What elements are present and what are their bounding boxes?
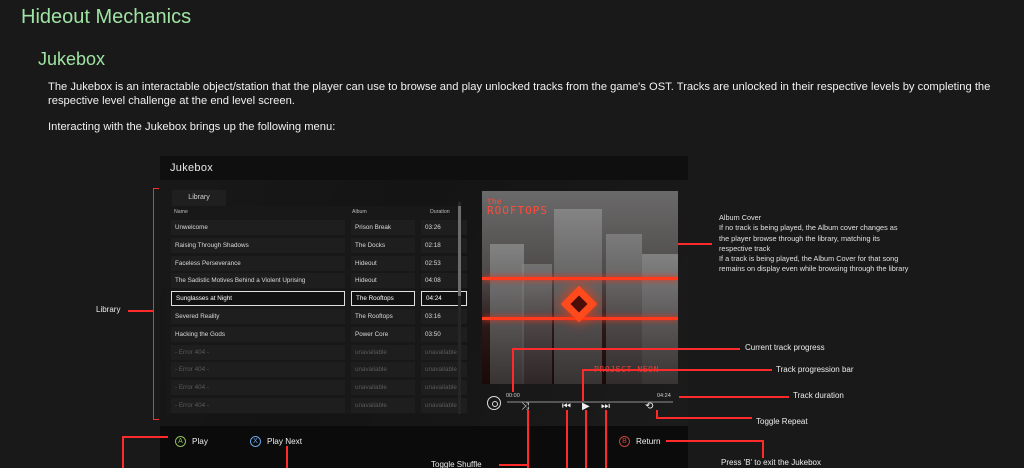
track-name: The Sadistic Motives Behind a Violent Up…	[171, 273, 345, 289]
library-list: Name Album Duration Unwelcome Prison Brea…	[166, 206, 467, 414]
track-album: unavailable	[351, 398, 415, 413]
jukebox-panel: Jukebox Library Name Album Duration Unwe…	[160, 156, 688, 468]
page-heading: Hideout Mechanics	[21, 6, 192, 28]
menu-intro-paragraph: Interacting with the Jukebox brings up t…	[48, 121, 336, 133]
cover-building	[606, 234, 642, 384]
return-button-label: Return	[636, 437, 661, 446]
annotation-track-duration: Track duration	[793, 391, 844, 400]
annotation-line	[527, 410, 529, 468]
section-heading: Jukebox	[38, 49, 106, 69]
track-row[interactable]: - Error 404 - unavailable unavailable	[171, 362, 467, 378]
track-row[interactable]: Hacking the Gods Power Core 03:50	[171, 326, 467, 342]
disc-icon	[487, 396, 501, 410]
track-name: Hacking the Gods	[171, 326, 345, 342]
tab-library[interactable]: Library	[172, 190, 226, 206]
annotation-progress-bar: Track progression bar	[776, 365, 854, 374]
current-time: 00:00	[506, 393, 520, 399]
track-duration: 04:24	[657, 393, 671, 399]
track-name: Unwelcome	[171, 220, 345, 235]
annotation-line	[679, 396, 789, 398]
intro-paragraph: The Jukebox is an interactable object/st…	[48, 81, 991, 107]
annotation-album-cover-line: If a track is being played, the Album Co…	[719, 254, 899, 264]
scrollbar-thumb[interactable]	[458, 206, 461, 296]
track-name: Faceless Perseverance	[171, 255, 345, 271]
track-name: - Error 404 -	[171, 344, 345, 360]
play-button[interactable]: A Play	[175, 436, 208, 448]
track-album: Prison Break	[351, 220, 415, 235]
b-button-icon: B	[619, 436, 630, 448]
track-name: - Error 404 -	[171, 398, 345, 413]
annotation-line	[566, 410, 568, 468]
track-album: unavailable	[351, 362, 415, 378]
annotation-line	[582, 369, 772, 371]
annotation-album-cover-line: Album Cover	[719, 213, 762, 222]
track-album: The Rooftops	[351, 309, 415, 324]
track-row[interactable]: Raising Through Shadows The Docks 02:18	[171, 237, 467, 253]
library-bracket	[153, 188, 159, 420]
cover-building	[490, 244, 524, 384]
annotation-album-cover-line: the player browse through the library, m…	[719, 233, 880, 243]
track-row[interactable]: - Error 404 - unavailable unavailable	[171, 380, 467, 396]
annotation-album-cover-line: If no track is being played, the Album c…	[719, 223, 898, 233]
library-scrollbar[interactable]	[458, 202, 461, 414]
track-name: Raising Through Shadows	[171, 237, 345, 253]
track-name: - Error 404 -	[171, 380, 345, 396]
track-name: - Error 404 -	[171, 362, 345, 378]
track-row[interactable]: Severed Reality The Rooftops 03:16	[171, 309, 467, 324]
annotation-line	[605, 410, 607, 468]
annotation-toggle-repeat: Toggle Repeat	[756, 417, 808, 426]
annotation-line	[128, 310, 153, 312]
track-album: Power Core	[351, 326, 415, 342]
return-button[interactable]: B Return	[619, 436, 661, 448]
track-row[interactable]: The Sadistic Motives Behind a Violent Up…	[171, 273, 467, 289]
track-album: unavailable	[351, 380, 415, 396]
track-row[interactable]: - Error 404 - unavailable unavailable	[171, 398, 467, 413]
track-name: Severed Reality	[171, 309, 345, 324]
column-header-duration: Duration	[430, 209, 450, 215]
track-row[interactable]: - Error 404 - unavailable unavailable	[171, 344, 467, 360]
annotation-album-cover-line: respective track	[719, 243, 771, 253]
jukebox-title: Jukebox	[170, 162, 214, 174]
track-album: The Docks	[351, 237, 415, 253]
track-album: unavailable	[351, 344, 415, 360]
annotation-line	[512, 348, 740, 350]
annotation-line	[656, 417, 752, 419]
cover-neon-band	[482, 277, 678, 280]
button-prompt-bar	[160, 426, 688, 468]
annotation-line	[122, 436, 168, 438]
track-album: The Rooftops	[351, 291, 415, 307]
cover-text-title: ROOFTOPS	[487, 204, 548, 217]
track-name: Sunglasses at Night	[171, 291, 345, 307]
annotation-exit: Press 'B' to exit the Jukebox	[721, 458, 821, 467]
play-next-button-label: Play Next	[267, 437, 303, 446]
annotation-current-progress: Current track progress	[745, 343, 825, 352]
annotation-line	[499, 464, 528, 466]
annotation-line	[666, 440, 762, 442]
annotation-line	[512, 348, 514, 392]
annotation-line	[762, 440, 764, 458]
track-row[interactable]: Sunglasses at Night The Rooftops 04:24	[171, 291, 467, 307]
cover-building	[522, 264, 552, 384]
annotation-line	[582, 369, 584, 401]
track-album: Hideout	[351, 273, 415, 289]
a-button-icon: A	[175, 436, 186, 448]
x-button-icon: X	[250, 436, 261, 448]
annotation-line	[122, 436, 124, 468]
repeat-icon[interactable]: ⟲	[645, 402, 653, 412]
annotation-line	[585, 410, 587, 468]
annotation-album-cover: Album Cover If no track is being played,…	[719, 213, 989, 275]
annotation-line	[286, 446, 288, 468]
annotation-album-cover-line: remains on display even while browsing t…	[719, 264, 909, 274]
annotation-toggle-shuffle: Toggle Shuffle	[431, 460, 482, 468]
track-row[interactable]: Faceless Perseverance Hideout 02:53	[171, 255, 467, 271]
column-header-album: Album	[352, 209, 367, 215]
track-row[interactable]: Unwelcome Prison Break 03:26	[171, 220, 467, 235]
track-album: Hideout	[351, 255, 415, 271]
column-header-name: Name	[174, 209, 188, 215]
annotation-line	[678, 243, 712, 245]
play-next-button[interactable]: X Play Next	[250, 436, 302, 448]
annotation-library: Library	[96, 305, 121, 314]
play-button-label: Play	[192, 437, 208, 446]
